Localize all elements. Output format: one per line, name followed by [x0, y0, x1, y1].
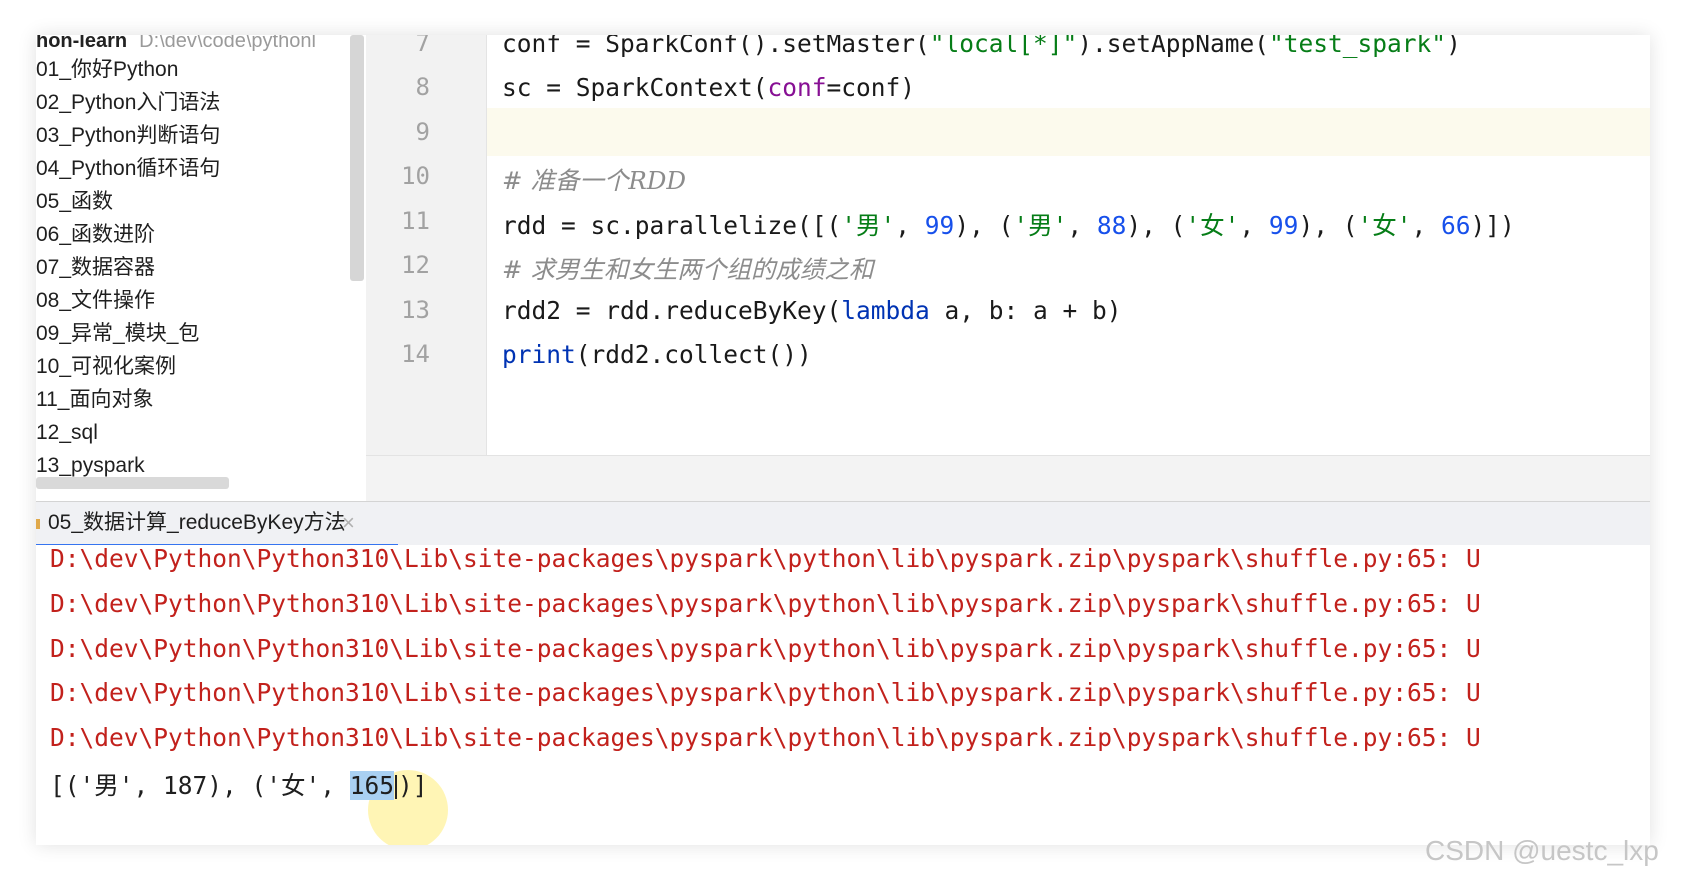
line-number-gutter: 7 8 9 10 11 12 13 14 — [366, 35, 487, 455]
result-text: )] — [398, 771, 428, 800]
line-number: 12 — [401, 251, 430, 279]
code-token: , — [895, 211, 925, 240]
tree-item-11[interactable]: 11_面向对象 — [36, 383, 153, 417]
project-name: hon-learn — [36, 35, 128, 52]
line-number: 9 — [415, 118, 430, 146]
line-number: 11 — [401, 207, 430, 235]
tree-item-04[interactable]: 04_Python循环语句 — [36, 152, 220, 186]
tree-item-07[interactable]: 07_数据容器 — [36, 251, 155, 285]
current-line-highlight — [487, 108, 1650, 156]
code-string: "test_spark" — [1269, 35, 1447, 58]
console-warning-line: D:\dev\Python\Python310\Lib\site-package… — [50, 678, 1481, 707]
console-result-line[interactable]: [('男', 187), ('女', 165)] — [50, 767, 428, 802]
code-line-12[interactable]: # 求男生和女生两个组的成绩之和 — [502, 251, 873, 286]
line-number: 8 — [415, 73, 430, 101]
tree-item-05[interactable]: 05_函数 — [36, 185, 113, 219]
code-token: =conf) — [826, 73, 916, 102]
run-config-icon — [36, 519, 40, 529]
code-line-8[interactable]: sc = SparkContext(conf=conf) — [502, 73, 915, 102]
tree-vertical-scrollbar[interactable] — [350, 35, 364, 281]
code-number: 99 — [924, 211, 955, 240]
tree-item-09[interactable]: 09_异常_模块_包 — [36, 317, 199, 351]
code-token: ), ( — [1298, 211, 1358, 240]
ide-window: hon-learn D:\dev\code\pythonl 01_你好Python… — [36, 35, 1650, 845]
code-number: 66 — [1440, 211, 1471, 240]
tree-item-08[interactable]: 08_文件操作 — [36, 284, 155, 318]
code-token: ).setAppName( — [1077, 35, 1270, 58]
console-warning-line: D:\dev\Python\Python310\Lib\site-package… — [50, 723, 1481, 752]
line-number: 10 — [401, 162, 430, 190]
result-text: [('男', 187), ('女', — [50, 771, 350, 800]
code-line-7[interactable]: conf = SparkConf().setMaster("local[*]")… — [502, 35, 1461, 58]
code-line-14[interactable]: print(rdd2.collect()) — [502, 340, 812, 369]
code-token: , — [1067, 211, 1097, 240]
code-string: '男' — [841, 211, 896, 240]
code-builtin: print — [502, 340, 576, 369]
close-icon[interactable]: × — [342, 502, 355, 544]
code-line-13[interactable]: rdd2 = rdd.reduceByKey(lambda a, b: a + … — [502, 296, 1122, 325]
code-token: rdd2 = rdd.reduceByKey( — [502, 296, 842, 325]
tree-item-03[interactable]: 03_Python判断语句 — [36, 119, 220, 153]
code-token: (rdd2.collect()) — [575, 340, 812, 369]
console-output[interactable]: D:\dev\Python\Python310\Lib\site-package… — [36, 545, 1650, 845]
text-cursor — [395, 775, 398, 799]
console-warning-line: D:\dev\Python\Python310\Lib\site-package… — [50, 634, 1481, 663]
code-param: conf — [767, 73, 827, 102]
code-token: conf = SparkConf().setMaster( — [502, 35, 930, 58]
code-token: , — [1411, 211, 1441, 240]
code-string: '男' — [1013, 211, 1068, 240]
run-tab-bar: 05_数据计算_reduceByKey方法 × — [36, 501, 1650, 547]
code-token: a, b: a + b) — [929, 296, 1122, 325]
code-editor[interactable]: 7 8 9 10 11 12 13 14 conf = SparkConf().… — [366, 35, 1650, 502]
code-string: "local[*]" — [929, 35, 1078, 58]
tree-item-12[interactable]: 12_sql — [36, 416, 98, 450]
line-number: 7 — [415, 35, 430, 57]
run-tab[interactable]: 05_数据计算_reduceByKey方法 × — [36, 502, 398, 547]
watermark: CSDN @uestc_lxp — [1425, 835, 1659, 866]
code-number: 99 — [1268, 211, 1299, 240]
project-tree: hon-learn D:\dev\code\pythonl 01_你好Python… — [36, 35, 366, 501]
tree-item-02[interactable]: 02_Python入门语法 — [36, 86, 220, 120]
console-warning-line: D:\dev\Python\Python310\Lib\site-package… — [50, 545, 1481, 573]
code-number: 88 — [1096, 211, 1127, 240]
line-number: 14 — [401, 340, 430, 368]
code-keyword: lambda — [841, 296, 930, 325]
tree-horizontal-scrollbar[interactable] — [36, 477, 229, 489]
tree-item-10[interactable]: 10_可视化案例 — [36, 350, 176, 384]
code-token: ) — [1446, 35, 1461, 58]
code-token: ), ( — [954, 211, 1014, 240]
code-token: ), ( — [1126, 211, 1186, 240]
code-token: )]) — [1470, 211, 1515, 240]
line-number: 13 — [401, 296, 430, 324]
tree-item-06[interactable]: 06_函数进阶 — [36, 218, 155, 252]
code-token: sc = SparkContext( — [502, 73, 768, 102]
code-line-10[interactable]: # 准备一个RDD — [502, 162, 686, 197]
project-path: D:\dev\code\pythonl — [139, 35, 316, 52]
selected-text[interactable]: 165 — [349, 771, 395, 800]
run-tab-label: 05_数据计算_reduceByKey方法 — [48, 511, 346, 534]
editor-bottom-bar — [366, 455, 1650, 502]
code-token: , — [1239, 211, 1269, 240]
console-warning-line: D:\dev\Python\Python310\Lib\site-package… — [50, 589, 1481, 618]
code-line-11[interactable]: rdd = sc.parallelize([('男', 99), ('男', 8… — [502, 207, 1515, 242]
code-string: '女' — [1185, 211, 1240, 240]
code-string: '女' — [1357, 211, 1412, 240]
code-token: rdd = sc.parallelize([( — [502, 211, 842, 240]
tree-item-01[interactable]: 01_你好Python — [36, 53, 178, 87]
